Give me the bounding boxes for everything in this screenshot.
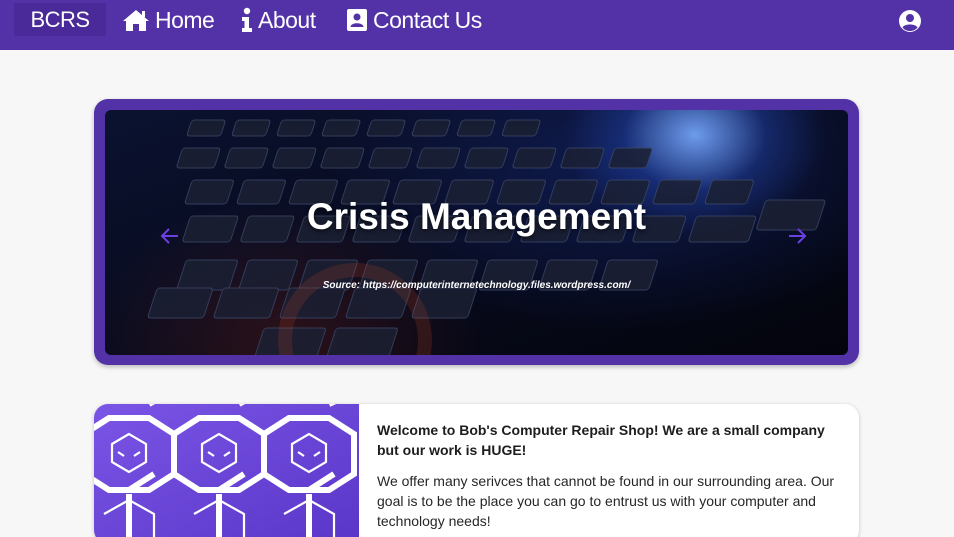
account-circle-icon[interactable] bbox=[898, 9, 922, 33]
carousel-title: Crisis Management bbox=[306, 196, 647, 237]
nav-home-link[interactable]: Home bbox=[122, 5, 215, 35]
arrow-right-icon[interactable] bbox=[786, 225, 808, 247]
carousel-source-caption: Source: https://computerinternetechnolog… bbox=[322, 280, 631, 291]
nav-about-label: About bbox=[258, 6, 316, 33]
welcome-description: We offer many serivces that cannot be fo… bbox=[377, 473, 835, 529]
nav-contact-link[interactable]: Contact Us bbox=[346, 5, 482, 35]
nav-home-label: Home bbox=[155, 6, 215, 33]
robot-hexagon-illustration bbox=[94, 404, 359, 537]
welcome-heading: Welcome to Bob's Computer Repair Shop! W… bbox=[377, 422, 825, 458]
top-app-bar: BCRS Home About Contact Us bbox=[0, 0, 954, 50]
brand-logo[interactable]: BCRS bbox=[14, 3, 106, 36]
home-icon bbox=[123, 10, 149, 31]
welcome-card: Welcome to Bob's Computer Repair Shop! W… bbox=[94, 404, 859, 537]
arrow-left-icon[interactable] bbox=[159, 225, 181, 247]
carousel-slide: Crisis Management Source: https://comput… bbox=[105, 110, 848, 355]
info-icon bbox=[242, 7, 252, 32]
nav-about-link[interactable]: About bbox=[241, 5, 316, 35]
nav-contact-label: Contact Us bbox=[373, 6, 482, 33]
contact-card-icon bbox=[347, 9, 367, 31]
